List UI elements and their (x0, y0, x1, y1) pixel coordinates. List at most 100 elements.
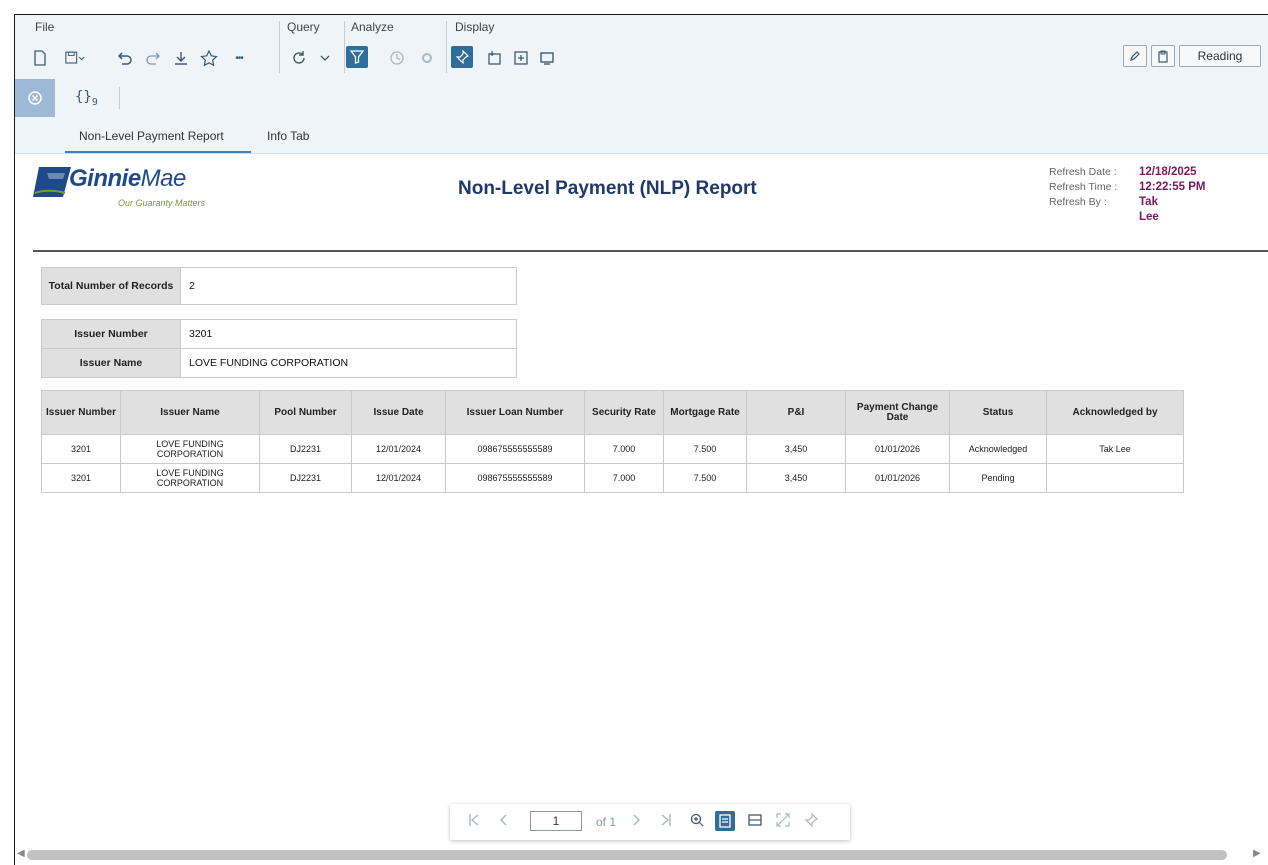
cell-acknowledged-by (1046, 463, 1184, 493)
file-group-label: File (35, 20, 55, 34)
pencil-icon (1130, 51, 1140, 61)
nlp-data-table: Issuer Number Issuer Name Pool Number Is… (41, 390, 1184, 493)
cell-issue-date: 12/01/2024 (351, 463, 446, 493)
cell-issuer-number: 3201 (41, 463, 121, 493)
variables-icon: {} (75, 89, 92, 105)
cell-payment-change-date: 01/01/2026 (845, 434, 950, 464)
horizontal-scrollbar[interactable]: ◀ ▶ (15, 845, 1268, 865)
cell-p-and-i: 3,450 (746, 434, 846, 464)
scroll-right-icon[interactable]: ▶ (1253, 848, 1261, 859)
toolbar-separator (279, 21, 280, 73)
scroll-thumb[interactable] (27, 850, 1227, 860)
pin-icon[interactable] (451, 46, 473, 68)
refresh-time-label: Refresh Time : (1049, 181, 1118, 193)
cell-status: Pending (949, 463, 1047, 493)
cell-issuer-loan-number: 098675555555589 (445, 434, 585, 464)
tab-info[interactable]: Info Tab (267, 129, 309, 143)
refresh-icon[interactable] (289, 48, 309, 68)
table-header-row: Issuer Number Issuer Name Pool Number Is… (41, 390, 1184, 435)
refresh-by-value: Tak (1139, 196, 1158, 208)
main-toolbar: File Query Analyze Display ••• Reading (15, 15, 1268, 80)
clipboard-icon (1158, 50, 1168, 63)
favorite-star-icon[interactable] (199, 48, 219, 68)
filter-icon[interactable] (346, 46, 368, 68)
column-header: P&I (746, 390, 846, 435)
total-records-value: 2 (180, 267, 517, 305)
cell-issue-date: 12/01/2024 (351, 434, 446, 464)
zoom-icon[interactable] (690, 813, 704, 831)
new-page-icon[interactable] (485, 48, 505, 68)
reading-mode-button[interactable]: Reading (1179, 45, 1261, 67)
table-row: 3201 LOVE FUNDING CORPORATION DJ2231 12/… (41, 434, 1184, 464)
column-header: Security Rate (584, 390, 664, 435)
reset-button[interactable] (15, 79, 55, 117)
column-header: Issue Date (351, 390, 446, 435)
cell-issuer-name: LOVE FUNDING CORPORATION (120, 434, 260, 464)
logo-wordmark: GinnieMae (69, 165, 186, 192)
chevron-down-icon[interactable] (315, 48, 335, 68)
report-title: Non-Level Payment (NLP) Report (458, 178, 757, 199)
display-screen-icon[interactable] (537, 48, 557, 68)
cell-pool-number: DJ2231 (259, 463, 352, 493)
page-number-input[interactable]: 1 (530, 811, 582, 831)
variables-count: 9 (91, 96, 98, 108)
redo-icon[interactable] (143, 48, 163, 68)
refresh-date-value: 12/18/2025 (1139, 166, 1197, 178)
column-header: Payment Change Date (845, 390, 950, 435)
cell-status: Acknowledged (949, 434, 1047, 464)
issuer-number-value: 3201 (180, 319, 517, 349)
undo-icon[interactable] (115, 48, 135, 68)
issuer-number-label: Issuer Number (41, 319, 181, 349)
last-page-icon[interactable] (660, 813, 672, 831)
total-records-table: Total Number of Records 2 (41, 267, 517, 305)
new-document-icon[interactable] (30, 48, 50, 68)
fullscreen-icon[interactable] (776, 813, 790, 831)
refresh-date-label: Refresh Date : (1049, 166, 1117, 178)
page-navigation-bar: 1 of 1 (450, 804, 850, 840)
column-header: Mortgage Rate (663, 390, 747, 435)
page-view-button[interactable] (715, 811, 735, 831)
cell-issuer-name: LOVE FUNDING CORPORATION (120, 463, 260, 493)
page-view-icon (719, 814, 731, 828)
refresh-by-label: Refresh By : (1049, 196, 1107, 208)
column-header: Issuer Loan Number (445, 390, 585, 435)
cell-payment-change-date: 01/01/2026 (845, 463, 950, 493)
previous-page-icon[interactable] (498, 813, 508, 831)
total-records-label: Total Number of Records (41, 267, 181, 305)
insert-icon[interactable] (511, 48, 531, 68)
next-page-icon[interactable] (632, 813, 642, 831)
column-header: Issuer Name (120, 390, 260, 435)
ginnie-mae-logo (33, 165, 73, 206)
first-page-icon[interactable] (468, 813, 480, 831)
more-options-icon[interactable]: ••• (229, 48, 249, 68)
query-group-label: Query (287, 20, 320, 34)
cell-security-rate: 7.000 (584, 463, 664, 493)
pin-toolbar-icon[interactable] (804, 812, 819, 831)
scroll-left-icon[interactable]: ◀ (17, 848, 25, 859)
refresh-by-value-line2: Lee (1139, 211, 1159, 223)
analyze-group-label: Analyze (351, 20, 394, 34)
download-icon[interactable] (171, 48, 191, 68)
column-header: Issuer Number (41, 390, 121, 435)
toolbar-separator (446, 21, 447, 73)
refresh-info: Refresh Date : 12/18/2025 Refresh Time : 1… (1049, 166, 1205, 226)
issuer-name-value: LOVE FUNDING CORPORATION (180, 348, 517, 378)
cell-p-and-i: 3,450 (746, 463, 846, 493)
column-header: Acknowledged by (1046, 390, 1184, 435)
edit-button[interactable] (1123, 45, 1147, 67)
report-tabs: Non-Level Payment Report Info Tab (15, 117, 1268, 154)
page-count-label: of 1 (596, 815, 617, 829)
tab-non-level-payment-report[interactable]: Non-Level Payment Report (79, 129, 224, 143)
history-icon[interactable] (387, 48, 407, 68)
cell-security-rate: 7.000 (584, 434, 664, 464)
cell-issuer-number: 3201 (41, 434, 121, 464)
toolbar-separator (344, 21, 345, 73)
cell-pool-number: DJ2231 (259, 434, 352, 464)
settings-gear-icon[interactable] (417, 48, 437, 68)
toolbar-separator (119, 87, 120, 109)
save-icon[interactable] (65, 48, 85, 68)
clipboard-button[interactable] (1151, 45, 1175, 67)
variables-button[interactable]: {}9 (75, 89, 98, 108)
fit-width-icon[interactable] (748, 813, 762, 831)
display-group-label: Display (455, 20, 495, 34)
